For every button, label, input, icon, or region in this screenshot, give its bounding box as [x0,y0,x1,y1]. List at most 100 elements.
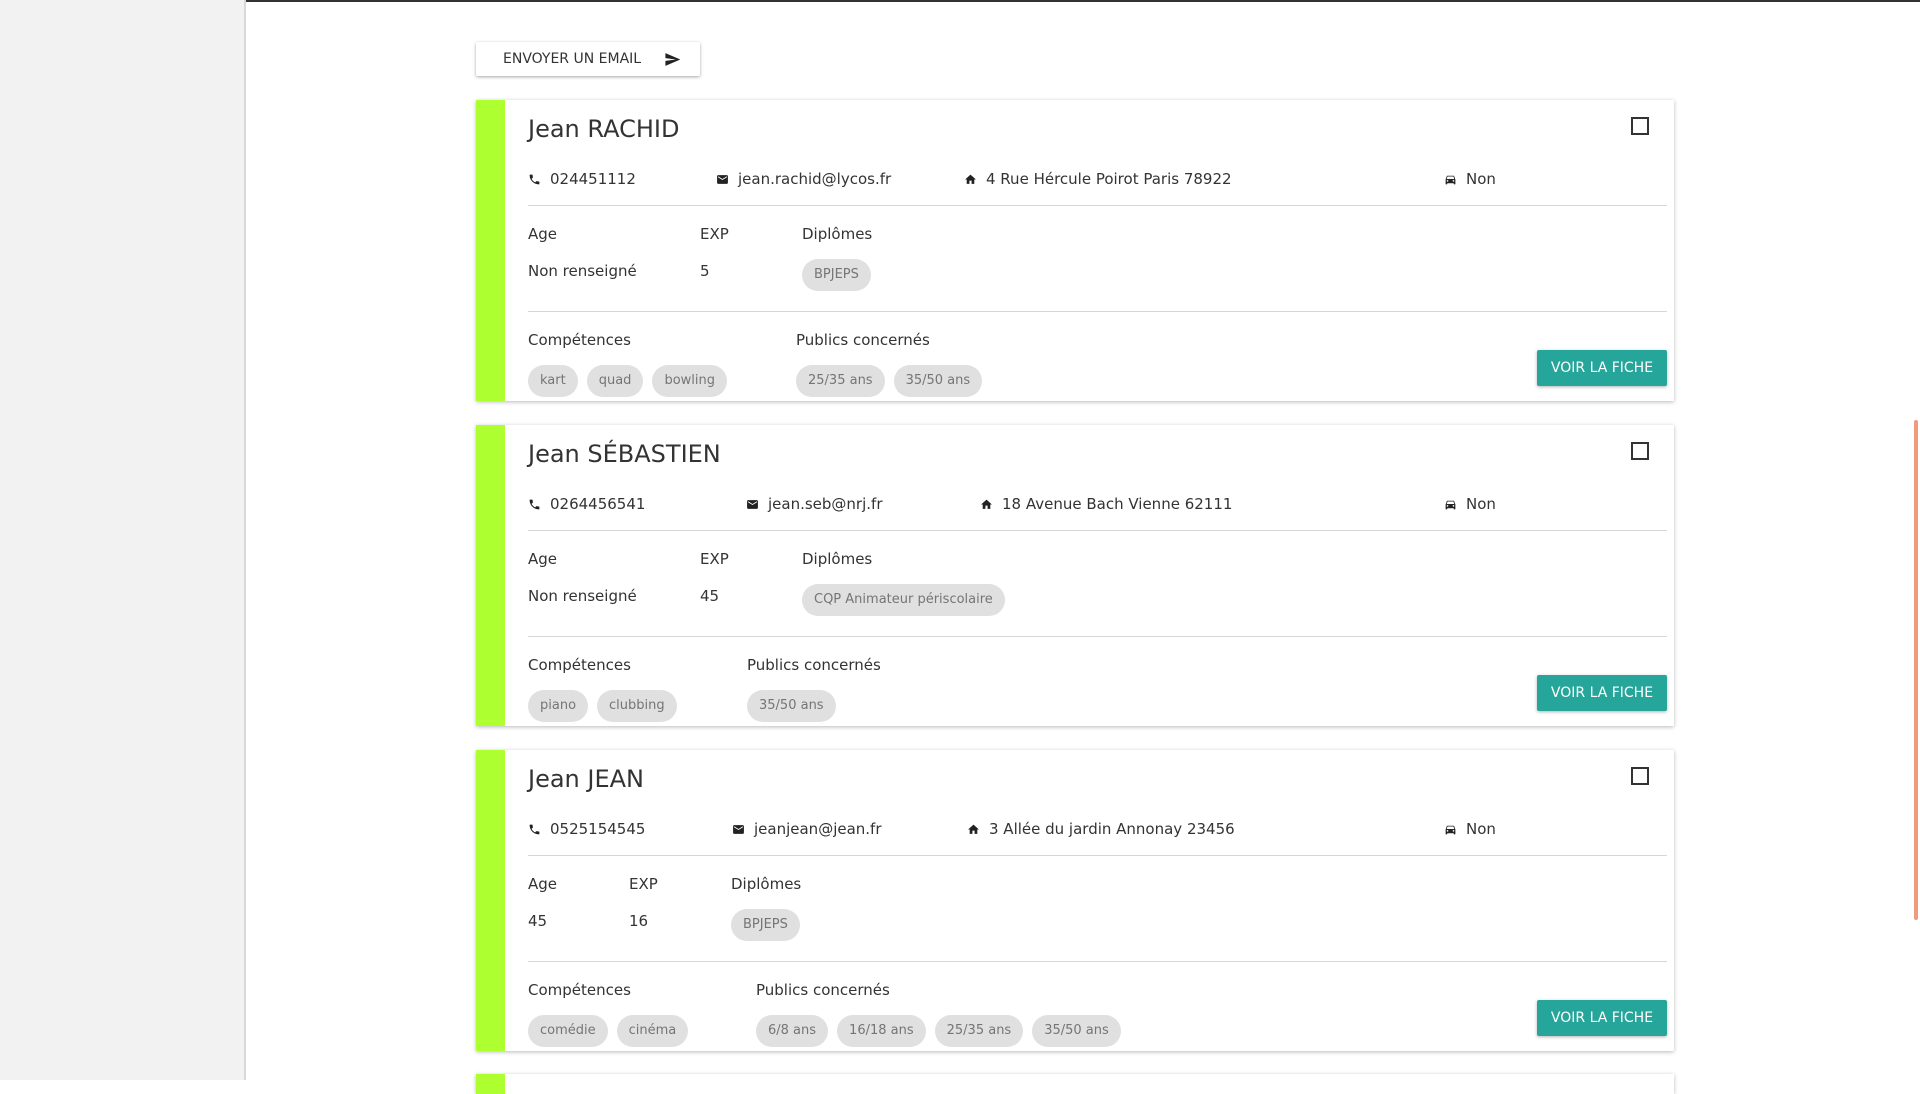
address: 18 Avenue Bach Vienne 62111 [1002,495,1233,513]
address: 4 Rue Hércule Poirot Paris 78922 [986,170,1232,188]
vehicle-value: Non [1466,820,1496,838]
candidate-name: Jean JEAN [528,765,645,793]
phone-number: 024451112 [550,170,636,188]
card-accent-stripe [476,425,505,726]
competences-label: Compétences [528,331,631,349]
publics-chips: 25/35 ans 35/50 ans [796,365,983,397]
card-accent-stripe [476,750,505,1051]
address-info: 3 Allée du jardin Annonay 23456 [967,820,1235,838]
public-chip: 35/50 ans [747,690,836,722]
publics-chips: 35/50 ans [747,690,836,722]
view-profile-button[interactable]: VOIR LA FICHE [1537,675,1667,711]
email-address: jean.seb@nrj.fr [768,495,883,513]
address: 3 Allée du jardin Annonay 23456 [989,820,1235,838]
scrollbar-thumb[interactable] [1914,420,1918,920]
age-label: Age [528,225,558,243]
divider [528,311,1667,312]
competence-chip: kart [528,365,578,397]
email-address: jean.rachid@lycos.fr [738,170,892,188]
competences-label: Compétences [528,981,631,999]
divider [528,636,1667,637]
competences-chips: piano clubbing [528,690,677,722]
diploma-chip: BPJEPS [802,259,871,291]
public-chip: 25/35 ans [796,365,885,397]
phone-icon [529,174,540,184]
candidate-card: Jean JEAN 0525154545 jeanjean@jean.fr 3 … [476,750,1674,1051]
exp-value: 45 [700,587,720,605]
vehicle-value: Non [1466,170,1496,188]
public-chip: 6/8 ans [756,1015,829,1047]
mail-icon [717,174,728,184]
select-checkbox[interactable] [1631,117,1649,135]
divider [528,205,1667,206]
exp-label: EXP [700,225,729,243]
diploma-chip: BPJEPS [731,909,800,941]
diplomes-label: Diplômes [802,225,873,243]
select-checkbox[interactable] [1631,442,1649,460]
competence-chip: clubbing [597,690,677,722]
publics-label: Publics concernés [796,331,930,349]
diplomes-label: Diplômes [731,875,802,893]
competence-chip: cinéma [616,1015,689,1047]
mail-icon [733,824,744,834]
age-value: Non renseigné [528,262,637,280]
publics-label: Publics concernés [756,981,890,999]
car-icon [1445,825,1456,834]
age-value: 45 [528,912,548,930]
publics-label: Publics concernés [747,656,881,674]
send-icon [665,52,681,66]
diplomes-chips: BPJEPS [731,909,800,941]
competence-chip: bowling [652,365,727,397]
diplomes-label: Diplômes [802,550,873,568]
select-checkbox[interactable] [1631,767,1649,785]
home-icon [968,824,979,834]
diplomes-chips: BPJEPS [802,259,871,291]
car-icon [1445,175,1456,184]
age-value: Non renseigné [528,587,637,605]
public-chip: 16/18 ans [837,1015,926,1047]
diploma-chip: CQP Animateur périscolaire [802,584,1005,616]
mail-icon [747,499,758,509]
public-chip: 35/50 ans [893,365,983,397]
email-address: jeanjean@jean.fr [754,820,882,838]
top-border [0,0,1920,2]
candidate-card-partial [476,1074,1674,1094]
vehicle-info: Non [1444,495,1496,513]
email-info: jeanjean@jean.fr [732,820,882,838]
send-email-label: ENVOYER UN EMAIL [503,51,642,67]
sidebar [0,0,246,1080]
card-accent-stripe [476,100,505,401]
public-chip: 25/35 ans [934,1015,1024,1047]
email-info: jean.rachid@lycos.fr [716,170,891,188]
exp-label: EXP [700,550,729,568]
vehicle-info: Non [1444,820,1496,838]
view-profile-button[interactable]: VOIR LA FICHE [1537,1000,1667,1036]
phone-info: 0525154545 [528,820,645,838]
exp-value: 5 [700,262,710,280]
competences-chips: comédie cinéma [528,1015,689,1047]
phone-info: 0264456541 [528,495,645,513]
candidate-card: Jean SÉBASTIEN 0264456541 jean.seb@nrj.f… [476,425,1674,726]
card-accent-stripe [476,1074,505,1094]
competence-chip: piano [528,690,589,722]
send-email-button[interactable]: ENVOYER UN EMAIL [476,42,700,76]
address-info: 4 Rue Hércule Poirot Paris 78922 [964,170,1232,188]
home-icon [981,499,992,509]
home-icon [965,174,976,184]
competence-chip: quad [586,365,644,397]
competences-label: Compétences [528,656,631,674]
address-info: 18 Avenue Bach Vienne 62111 [980,495,1232,513]
divider [528,855,1667,856]
competence-chip: comédie [528,1015,608,1047]
phone-number: 0264456541 [550,495,646,513]
view-profile-button[interactable]: VOIR LA FICHE [1537,350,1667,386]
diplomes-chips: CQP Animateur périscolaire [802,584,1005,616]
age-label: Age [528,875,558,893]
candidate-card: Jean RACHID 024451112 jean.rachid@lycos.… [476,100,1674,401]
phone-icon [529,824,540,834]
email-info: jean.seb@nrj.fr [746,495,883,513]
age-label: Age [528,550,558,568]
phone-icon [529,499,540,509]
exp-label: EXP [629,875,658,893]
competences-chips: kart quad bowling [528,365,727,397]
